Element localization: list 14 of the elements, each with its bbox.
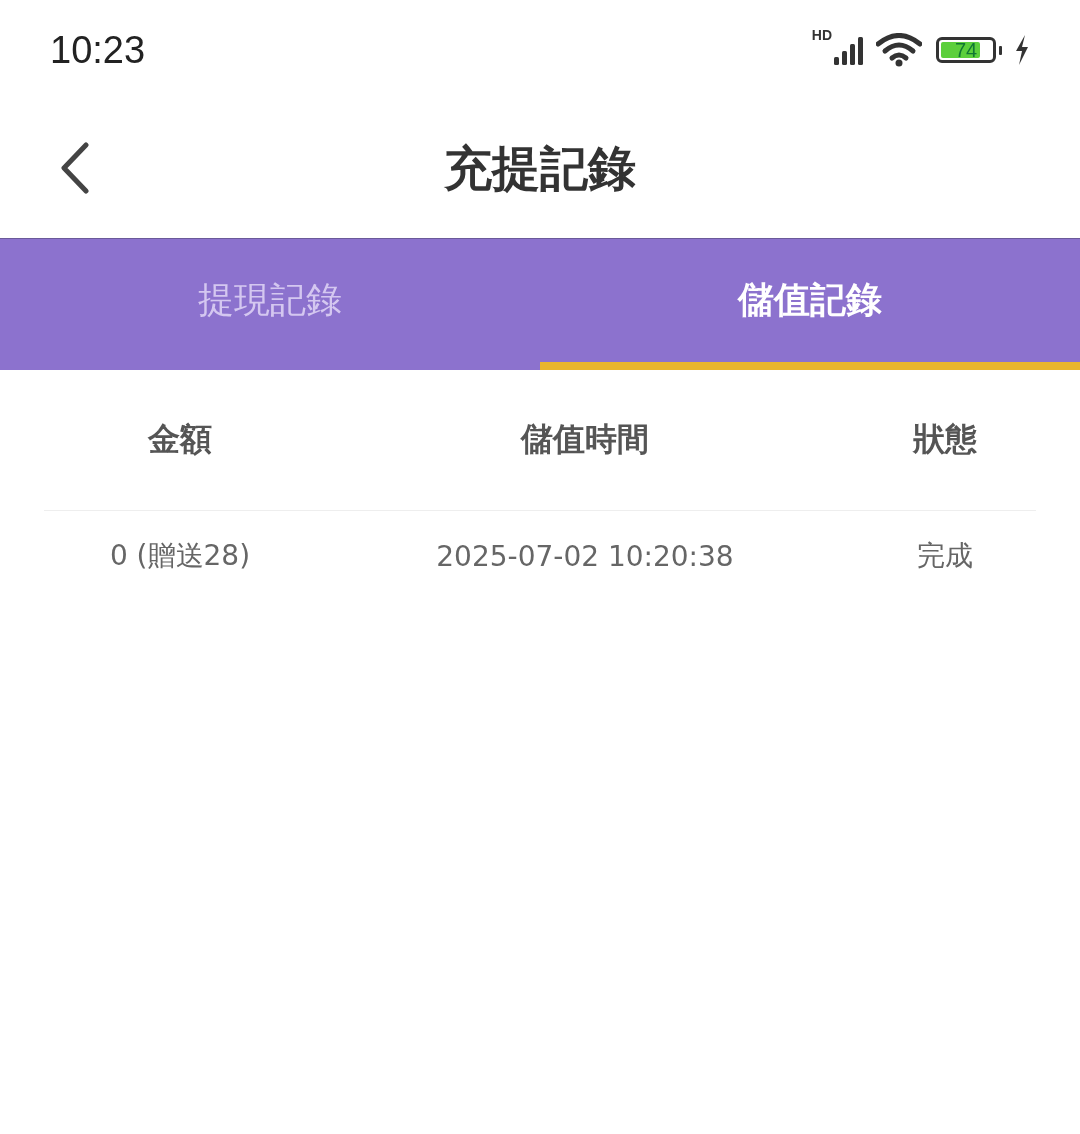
table-cell-text: 0 (贈送28) xyxy=(108,538,252,574)
table-cell-text: 2025-07-02 10:20:38 xyxy=(435,539,735,573)
column-header: 狀態 xyxy=(911,419,978,460)
network-type-label: HD xyxy=(811,27,832,43)
tab[interactable]: 儲值記錄 xyxy=(540,239,1080,370)
tab[interactable]: 提現記錄 xyxy=(0,239,540,370)
charging-icon xyxy=(1014,35,1030,65)
column-header: 金額 xyxy=(146,419,213,460)
back-icon[interactable] xyxy=(60,142,90,194)
wifi-icon xyxy=(876,33,922,67)
column-header: 儲值時間 xyxy=(519,419,650,460)
page-title: 充提記錄 xyxy=(444,139,636,198)
status-time: 10:23 xyxy=(50,28,146,72)
table-cell-text: 完成 xyxy=(916,538,974,574)
